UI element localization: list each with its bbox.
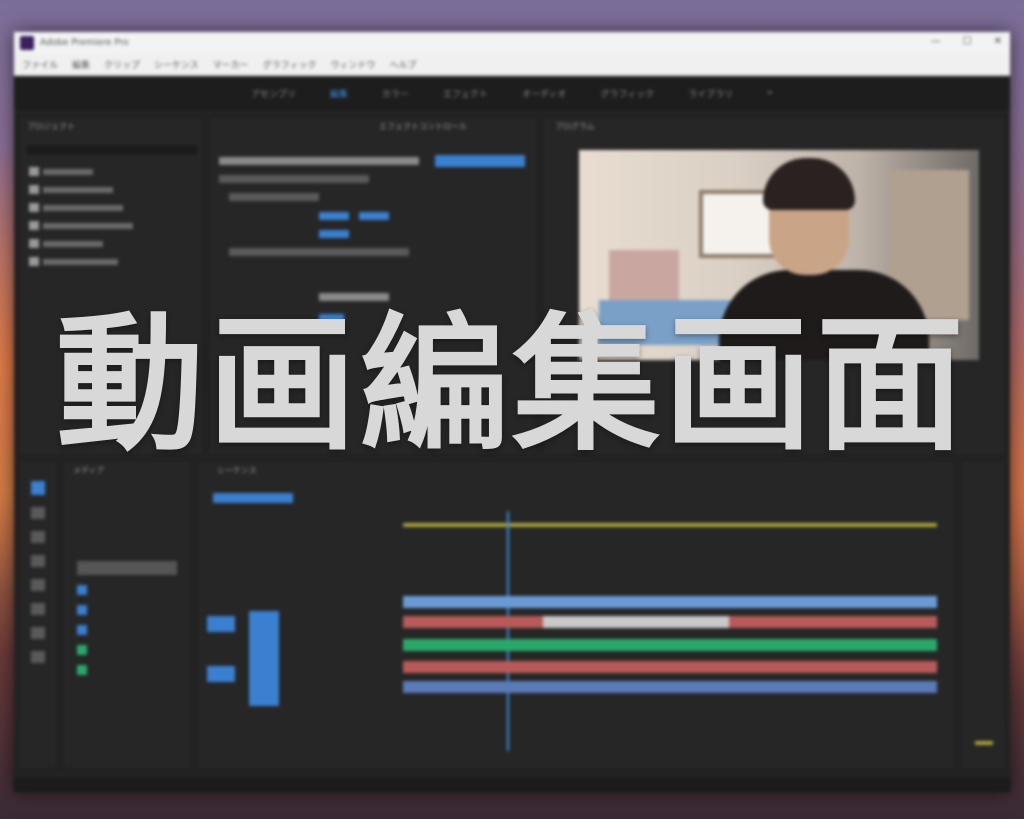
menu-file[interactable]: ファイル: [22, 58, 58, 71]
track-select-tool-icon[interactable]: [31, 507, 45, 519]
media-panel: メディア: [62, 460, 192, 770]
title-clip[interactable]: [543, 616, 729, 628]
selection-tool-icon[interactable]: [31, 481, 45, 495]
minimize-button[interactable]: —: [931, 36, 941, 47]
audio-clip-a3[interactable]: [403, 681, 937, 693]
audio-clip-a1[interactable]: [403, 639, 937, 651]
track-target-a1[interactable]: [207, 666, 235, 682]
effect-value[interactable]: [319, 230, 349, 238]
menu-clip[interactable]: クリップ: [104, 58, 140, 71]
app-icon: [20, 36, 34, 50]
tools-panel: [18, 460, 58, 770]
close-button[interactable]: ✕: [994, 36, 1002, 47]
effect-row: [219, 157, 419, 165]
workspace-tab-graphics[interactable]: グラフィック: [600, 87, 654, 100]
razor-tool-icon[interactable]: [31, 555, 45, 567]
ripple-edit-tool-icon[interactable]: [31, 531, 45, 543]
audio-meter-panel: [960, 460, 1006, 770]
workspace-tab-color[interactable]: カラー: [382, 87, 409, 100]
media-item-icon[interactable]: [77, 605, 87, 615]
title-bar: Adobe Premiere Pro — ☐ ✕: [14, 32, 1010, 54]
workspace-bar: アセンブリ 編集 カラー エフェクト オーディオ グラフィック ライブラリ »: [14, 76, 1010, 110]
workspace-overflow-button[interactable]: »: [767, 88, 773, 98]
menu-edit[interactable]: 編集: [72, 58, 90, 71]
workspace-tab-assembly[interactable]: アセンブリ: [251, 87, 296, 100]
workspace-tab-editing[interactable]: 編集: [330, 87, 348, 100]
project-item[interactable]: [29, 221, 133, 230]
menu-help[interactable]: ヘルプ: [389, 58, 416, 71]
media-item[interactable]: [77, 561, 177, 575]
timecode-display[interactable]: [213, 493, 293, 503]
media-item-icon[interactable]: [77, 585, 87, 595]
project-item[interactable]: [29, 257, 118, 266]
hand-tool-icon[interactable]: [31, 627, 45, 639]
menu-marker[interactable]: マーカー: [213, 58, 249, 71]
project-item[interactable]: [29, 239, 103, 248]
project-item[interactable]: [29, 167, 93, 176]
sequence-clip-v2[interactable]: [403, 596, 937, 608]
effect-row: [229, 193, 319, 201]
project-search-field[interactable]: [27, 145, 197, 155]
track-source-patch[interactable]: [249, 611, 279, 706]
effect-value[interactable]: [319, 212, 349, 220]
slip-tool-icon[interactable]: [31, 579, 45, 591]
effect-value[interactable]: [359, 212, 389, 220]
menu-bar: ファイル 編集 クリップ シーケンス マーカー グラフィック ウィンドウ ヘルプ: [14, 54, 1010, 76]
track-target-v1[interactable]: [207, 616, 235, 632]
pen-tool-icon[interactable]: [31, 603, 45, 615]
effect-value[interactable]: [435, 155, 525, 167]
menu-sequence[interactable]: シーケンス: [154, 58, 199, 71]
window-title: Adobe Premiere Pro: [40, 38, 129, 48]
media-item-icon[interactable]: [77, 665, 87, 675]
media-item-icon[interactable]: [77, 625, 87, 635]
status-bar: [14, 778, 1010, 792]
project-panel-tab[interactable]: プロジェクト: [27, 121, 75, 132]
timeline-panel: シーケンス: [196, 460, 956, 770]
type-tool-icon[interactable]: [31, 651, 45, 663]
project-item[interactable]: [29, 203, 123, 212]
menu-graphics[interactable]: グラフィック: [263, 58, 317, 71]
project-item[interactable]: [29, 185, 113, 194]
effect-row: [219, 175, 369, 183]
audio-meter-bar: [975, 741, 993, 745]
overlay-title: 動画編集画面: [56, 299, 968, 471]
playhead[interactable]: [507, 511, 509, 751]
effect-controls-tab[interactable]: エフェクトコントロール: [379, 121, 467, 132]
workspace-tab-effects[interactable]: エフェクト: [443, 87, 488, 100]
workspace-tab-audio[interactable]: オーディオ: [522, 87, 566, 100]
scene-shelf: [609, 250, 679, 300]
media-item-icon[interactable]: [77, 645, 87, 655]
window-controls: — ☐ ✕: [931, 36, 1002, 47]
work-area-bar[interactable]: [403, 523, 937, 527]
maximize-button[interactable]: ☐: [963, 36, 972, 47]
effect-row: [229, 248, 409, 256]
workspace-tab-libraries[interactable]: ライブラリ: [688, 87, 733, 100]
menu-window[interactable]: ウィンドウ: [330, 58, 375, 71]
program-monitor-tab[interactable]: プログラム: [555, 121, 595, 132]
audio-clip-a2[interactable]: [403, 661, 937, 673]
